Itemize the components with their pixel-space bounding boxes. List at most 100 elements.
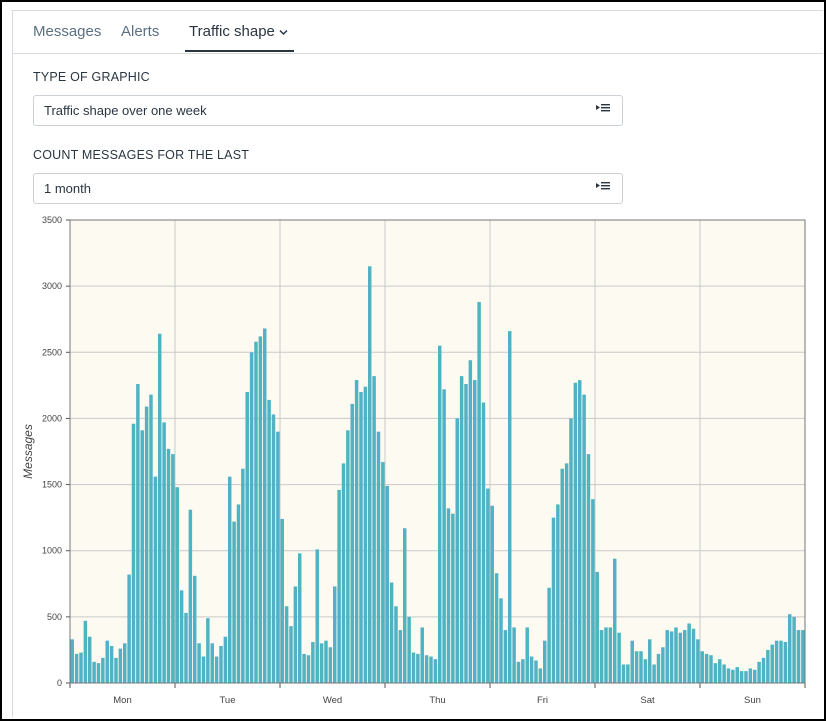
bar — [123, 643, 127, 683]
bar — [407, 616, 411, 683]
bar — [175, 487, 179, 683]
bar — [547, 587, 551, 683]
bar — [144, 406, 149, 683]
traffic-shape-chart: 0 500 1000 1500 2000 2500 3000 3500 Mon Tue Wed Thu… — [21, 216, 806, 706]
bar — [661, 647, 665, 683]
bar — [79, 652, 83, 683]
bar — [354, 380, 359, 683]
bar — [389, 582, 394, 683]
bar — [289, 626, 293, 683]
bar — [433, 659, 438, 683]
bar — [551, 517, 556, 683]
bar — [499, 598, 503, 683]
bar — [665, 630, 669, 683]
bar — [783, 641, 788, 683]
bar — [538, 668, 543, 683]
bar — [140, 430, 144, 683]
y-tick-label: 2000 — [42, 413, 62, 423]
y-tick-label: 2500 — [42, 347, 62, 357]
bar — [394, 606, 398, 683]
bar — [210, 643, 214, 683]
bar — [455, 418, 459, 683]
bar — [381, 462, 385, 683]
window-frame: Messages Alerts Traffic shape TYPE OF GR… — [0, 0, 826, 721]
bar — [599, 630, 604, 683]
count-period-select[interactable]: 1 month — [33, 173, 623, 204]
bar — [96, 663, 101, 683]
bar — [372, 376, 376, 683]
bar — [193, 575, 197, 683]
bar — [678, 632, 683, 683]
bar — [648, 639, 652, 683]
bar — [613, 558, 617, 683]
x-tick-label: Mon — [113, 695, 131, 706]
bar — [543, 640, 547, 683]
graphic-type-label: TYPE OF GRAPHIC — [33, 70, 150, 84]
bar — [595, 571, 599, 683]
bar — [621, 664, 626, 683]
bar — [158, 333, 162, 683]
bar — [201, 656, 206, 683]
bar — [284, 606, 289, 683]
bar — [446, 508, 451, 683]
bar — [656, 653, 661, 683]
bar — [153, 476, 158, 683]
tab-bar: Messages Alerts Traffic shape — [13, 11, 823, 54]
bar — [171, 454, 175, 683]
bar — [516, 661, 521, 683]
y-tick-label: 1500 — [42, 480, 62, 490]
bar — [249, 352, 254, 683]
bar — [582, 394, 586, 683]
bar — [424, 655, 429, 683]
bar — [245, 391, 249, 683]
bar — [779, 640, 783, 683]
list-select-icon — [596, 102, 610, 116]
bar — [83, 620, 88, 683]
count-period-label: COUNT MESSAGES FOR THE LAST — [33, 148, 250, 162]
bar — [267, 399, 271, 683]
bar — [188, 509, 193, 683]
y-tick-label: 500 — [47, 612, 62, 622]
bar — [219, 645, 223, 683]
bar — [704, 653, 709, 683]
bar — [748, 668, 753, 683]
bar — [109, 645, 114, 683]
bar — [254, 341, 258, 683]
bar — [643, 659, 648, 683]
bar — [473, 380, 477, 683]
tab-alerts[interactable]: Alerts — [121, 23, 159, 40]
tab-messages[interactable]: Messages — [33, 23, 101, 40]
bar — [333, 586, 337, 683]
bar — [683, 630, 687, 683]
bar — [206, 618, 210, 683]
tab-traffic-shape-label: Traffic shape — [189, 23, 275, 40]
y-tick-label: 0 — [57, 678, 62, 688]
chevron-down-icon — [279, 25, 288, 39]
bar — [481, 402, 486, 683]
bar — [486, 488, 490, 683]
bar — [376, 431, 381, 683]
bar — [298, 553, 302, 683]
bar — [770, 644, 774, 683]
bar — [232, 521, 236, 683]
bar — [774, 640, 779, 683]
bar — [350, 403, 354, 683]
bar — [166, 448, 171, 683]
bar — [713, 663, 718, 683]
bar — [258, 336, 263, 683]
bar — [101, 657, 105, 683]
x-tick-label: Tue — [219, 695, 235, 706]
bar — [416, 653, 420, 683]
bar — [363, 386, 368, 683]
count-period-value: 1 month — [44, 181, 91, 196]
bar — [328, 647, 333, 683]
bar — [420, 627, 424, 683]
tab-traffic-shape[interactable]: Traffic shape — [189, 23, 288, 40]
bar — [525, 627, 529, 683]
graphic-type-select[interactable]: Traffic shape over one week — [33, 95, 623, 126]
bar — [617, 632, 621, 683]
y-tick-label: 1000 — [42, 546, 62, 556]
bar — [696, 639, 700, 683]
bar — [739, 671, 744, 683]
bar — [271, 414, 276, 683]
